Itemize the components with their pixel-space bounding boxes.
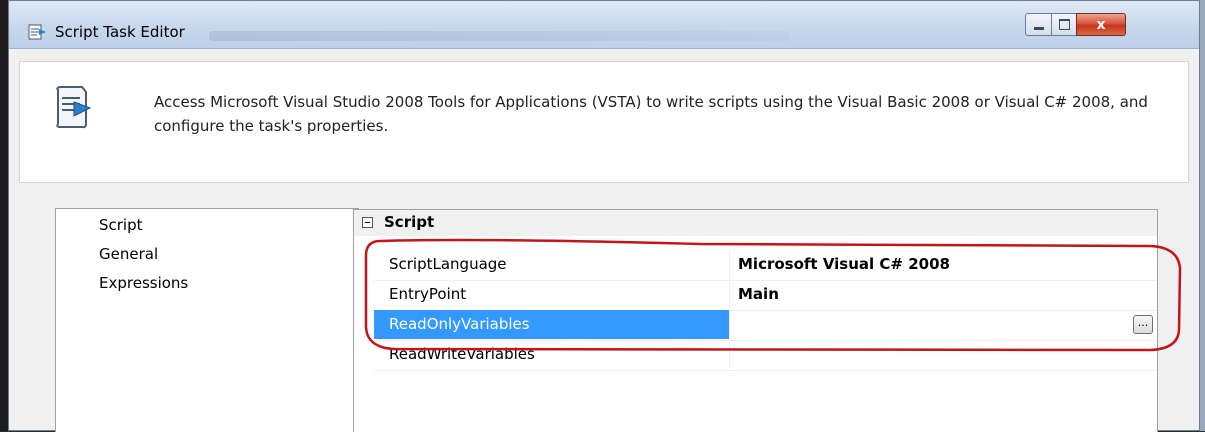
property-value[interactable] bbox=[731, 310, 1157, 339]
property-name: ScriptLanguage bbox=[374, 250, 730, 279]
property-value[interactable] bbox=[731, 340, 1157, 369]
property-row-readwritevariables[interactable]: ReadWriteVariables bbox=[374, 340, 1157, 371]
property-name: ReadWriteVariables bbox=[374, 340, 730, 369]
property-value[interactable]: Microsoft Visual C# 2008 bbox=[731, 250, 1157, 279]
collapse-icon[interactable] bbox=[362, 217, 373, 228]
property-value[interactable]: Main bbox=[731, 280, 1157, 309]
minimize-icon bbox=[1033, 27, 1044, 30]
close-icon: x bbox=[1096, 16, 1106, 33]
background-edge-right bbox=[1200, 0, 1205, 431]
property-name: EntryPoint bbox=[374, 280, 730, 309]
maximize-icon bbox=[1058, 19, 1070, 30]
nav-item-expressions[interactable]: Expressions bbox=[96, 273, 191, 293]
ellipsis-button[interactable]: ... bbox=[1133, 315, 1153, 334]
nav-item-general[interactable]: General bbox=[96, 244, 161, 264]
description-panel: Access Microsoft Visual Studio 2008 Tool… bbox=[19, 61, 1189, 183]
property-row-readonlyvariables[interactable]: ReadOnlyVariables ... bbox=[374, 310, 1157, 341]
nav-item-script[interactable]: Script bbox=[96, 215, 146, 235]
close-button[interactable]: x bbox=[1076, 13, 1126, 36]
script-task-editor-window: Script Task Editor x Access Microsoft Vi… bbox=[8, 0, 1200, 432]
script-task-icon bbox=[28, 24, 46, 40]
minimize-button[interactable] bbox=[1025, 13, 1052, 36]
category-label: Script bbox=[384, 213, 435, 231]
page-list: Script General Expressions bbox=[55, 208, 359, 432]
background-edge bbox=[0, 0, 8, 431]
property-name: ReadOnlyVariables bbox=[374, 310, 730, 339]
window-title: Script Task Editor bbox=[55, 23, 185, 41]
script-task-large-icon bbox=[56, 86, 92, 129]
maximize-button[interactable] bbox=[1051, 13, 1077, 36]
property-row-entrypoint[interactable]: EntryPoint Main bbox=[374, 280, 1157, 311]
editor-description: Access Microsoft Visual Studio 2008 Tool… bbox=[154, 93, 1148, 135]
property-row-scriptlanguage[interactable]: ScriptLanguage Microsoft Visual C# 2008 bbox=[374, 250, 1157, 281]
property-grid: Script ScriptLanguage Microsoft Visual C… bbox=[353, 209, 1158, 432]
title-bar[interactable]: Script Task Editor x bbox=[9, 1, 1199, 49]
category-row-script[interactable]: Script bbox=[354, 210, 1157, 236]
background-menu-ghost bbox=[209, 31, 789, 41]
